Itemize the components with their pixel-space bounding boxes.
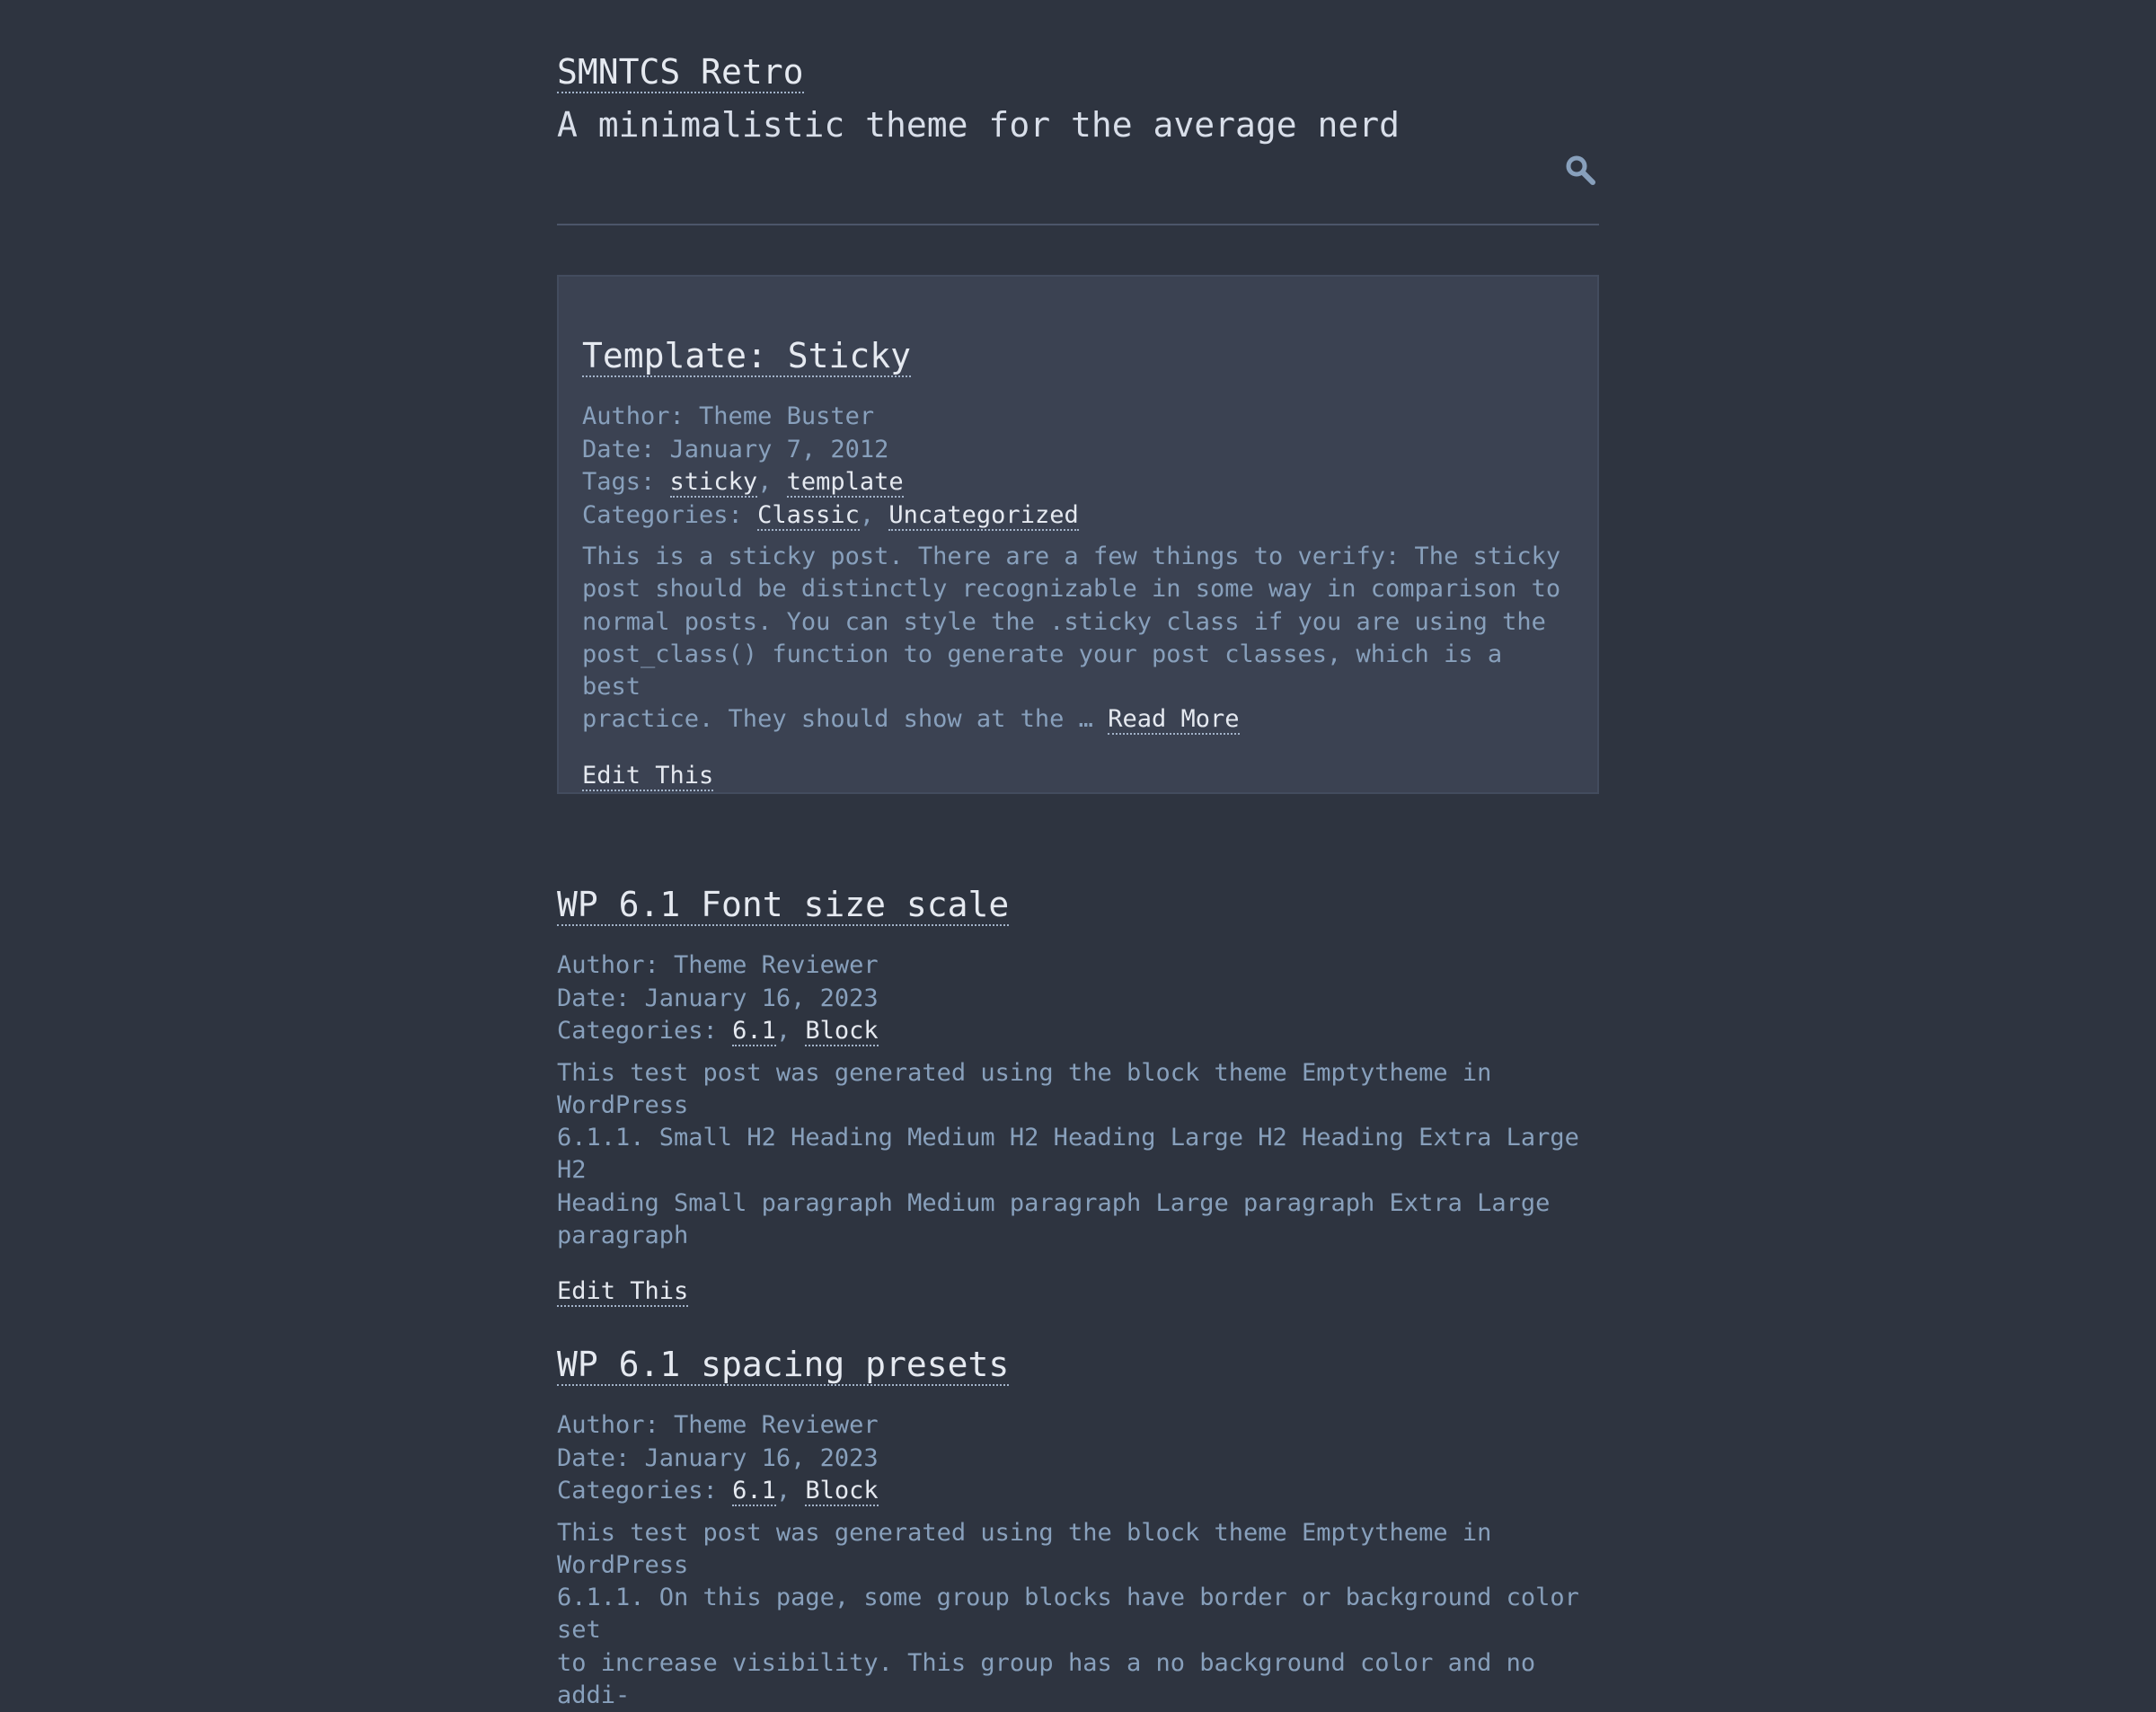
excerpt-line: This test post was generated using the b… — [557, 1057, 1599, 1123]
post-meta: Author: Theme Reviewer Date: January 16,… — [557, 949, 1599, 1048]
search-button[interactable] — [1563, 153, 1599, 189]
post-title: WP 6.1 Font size scale — [557, 883, 1599, 926]
post-meta: Author: Theme Buster Date: January 7, 20… — [582, 401, 1574, 532]
post-title-link[interactable]: WP 6.1 Font size scale — [557, 885, 1009, 926]
post-author: Author: Theme Buster — [582, 401, 1574, 434]
excerpt-line: post_class() function to generate your p… — [582, 639, 1574, 704]
excerpt-line: This test post was generated using the b… — [557, 1517, 1599, 1583]
tags-label: Tags: — [582, 468, 670, 496]
date-label: Date: — [557, 1444, 645, 1472]
post-title: WP 6.1 spacing presets — [557, 1343, 1599, 1386]
post-date: Date: January 16, 2023 — [557, 1443, 1599, 1476]
search-icon — [1563, 153, 1599, 189]
read-more-link[interactable]: Read More — [1108, 705, 1239, 735]
excerpt-line: to increase visibility. This group has a… — [557, 1647, 1599, 1712]
date-label: Date: — [582, 436, 670, 463]
excerpt-line: 6.1.1. Small H2 Heading Medium H2 Headin… — [557, 1122, 1599, 1187]
post-categories: Categories: Classic, Uncategorized — [582, 499, 1574, 533]
author-label: Author: — [582, 402, 699, 430]
excerpt-line: 6.1.1. On this page, some group blocks h… — [557, 1582, 1599, 1647]
edit-row: Edit This — [582, 760, 1574, 792]
post-date: Date: January 7, 2012 — [582, 434, 1574, 467]
excerpt-line: normal posts. You can style the .sticky … — [582, 606, 1574, 639]
categories-label: Categories: — [557, 1017, 732, 1045]
category-link[interactable]: Uncategorized — [888, 501, 1078, 531]
site-title: SMNTCS Retro — [557, 50, 804, 93]
excerpt-text: practice. They should show at the … — [582, 705, 1108, 733]
excerpt-line: Heading Small paragraph Medium paragraph… — [557, 1187, 1599, 1220]
site-tagline: A minimalistic theme for the average ner… — [557, 102, 1400, 147]
post-sticky: Template: Sticky Author: Theme Buster Da… — [557, 275, 1599, 794]
author-label: Author: — [557, 951, 674, 979]
edit-row: Edit This — [557, 1275, 1599, 1308]
tag-link[interactable]: sticky — [670, 468, 758, 498]
category-link[interactable]: 6.1 — [732, 1477, 776, 1506]
header-divider — [557, 224, 1599, 225]
post-excerpt: This test post was generated using the b… — [557, 1517, 1599, 1712]
date-value: January 16, 2023 — [645, 1444, 879, 1472]
category-link[interactable]: 6.1 — [732, 1017, 776, 1046]
date-value: January 7, 2012 — [670, 436, 889, 463]
author-name: Theme Reviewer — [674, 1411, 879, 1439]
author-label: Author: — [557, 1411, 674, 1439]
excerpt-line: This is a sticky post. There are a few t… — [582, 541, 1574, 573]
category-link[interactable]: Block — [805, 1477, 878, 1506]
category-link[interactable]: Classic — [757, 501, 860, 531]
author-name: Theme Buster — [699, 402, 874, 430]
post: WP 6.1 Font size scale Author: Theme Rev… — [557, 883, 1599, 1308]
excerpt-line: paragraph — [557, 1220, 1599, 1252]
post-excerpt: This test post was generated using the b… — [557, 1057, 1599, 1253]
author-name: Theme Reviewer — [674, 951, 879, 979]
edit-link[interactable]: Edit This — [557, 1277, 688, 1307]
post-excerpt: This is a sticky post. There are a few t… — [582, 541, 1574, 737]
post-title-link[interactable]: WP 6.1 spacing presets — [557, 1345, 1009, 1386]
category-link[interactable]: Block — [805, 1017, 878, 1046]
post-title-link[interactable]: Template: Sticky — [582, 336, 911, 377]
categories-label: Categories: — [582, 501, 757, 529]
post-categories: Categories: 6.1, Block — [557, 1475, 1599, 1508]
site-title-link[interactable]: SMNTCS Retro — [557, 52, 804, 93]
edit-link[interactable]: Edit This — [582, 762, 713, 791]
excerpt-line: post should be distinctly recognizable i… — [582, 573, 1574, 605]
post-author: Author: Theme Reviewer — [557, 1409, 1599, 1443]
categories-label: Categories: — [557, 1477, 732, 1505]
date-value: January 16, 2023 — [645, 984, 879, 1012]
date-label: Date: — [557, 984, 645, 1012]
post-title: Template: Sticky — [582, 334, 1574, 377]
post: WP 6.1 spacing presets Author: Theme Rev… — [557, 1343, 1599, 1712]
post-categories: Categories: 6.1, Block — [557, 1015, 1599, 1048]
tag-link[interactable]: template — [787, 468, 904, 498]
post-date: Date: January 16, 2023 — [557, 983, 1599, 1016]
post-meta: Author: Theme Reviewer Date: January 16,… — [557, 1409, 1599, 1508]
excerpt-line: practice. They should show at the … Read… — [582, 703, 1574, 736]
post-tags: Tags: sticky, template — [582, 466, 1574, 499]
post-author: Author: Theme Reviewer — [557, 949, 1599, 983]
